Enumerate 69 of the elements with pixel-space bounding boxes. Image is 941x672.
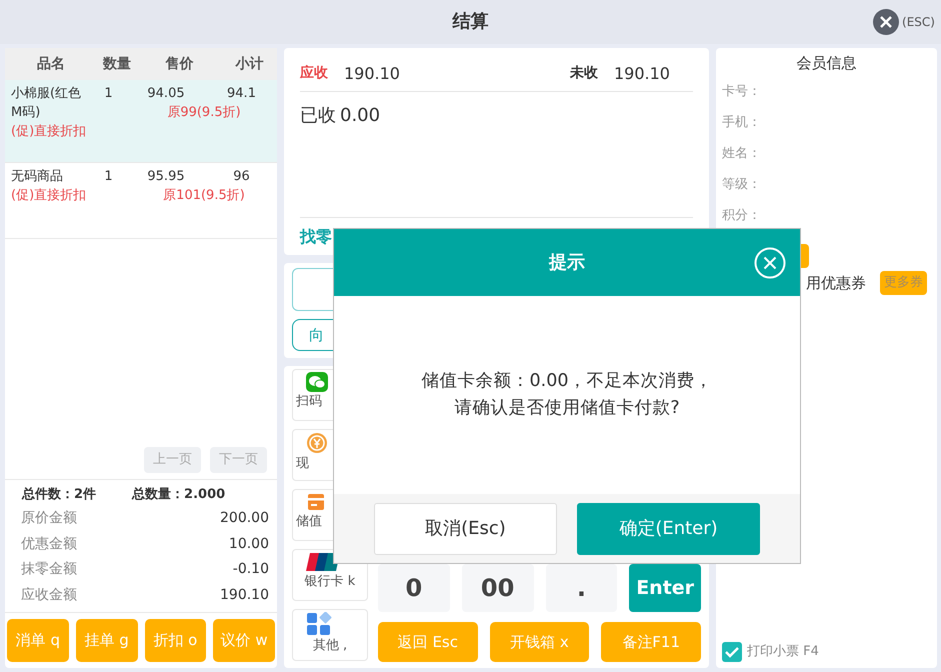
column-header: 售价 (164, 54, 194, 74)
unpaid-label: 未收 (570, 64, 598, 83)
action-button[interactable]: 返回 Esc (378, 622, 478, 662)
summary-label: 优惠金额 (21, 534, 77, 554)
item-name: 无码商品 (11, 168, 64, 186)
unpaid-amount: 190.10 (614, 62, 670, 84)
due-amount: 190.10 (344, 62, 400, 84)
keypad-key[interactable]: 0 (378, 564, 450, 612)
summary-label: 抹零金额 (21, 560, 77, 580)
promo-label: (促)直接折扣 (11, 123, 88, 141)
coupon-label: 用优惠券 (806, 272, 866, 294)
paid-amount: 0.00 (340, 105, 380, 126)
due-label: 应收 (300, 64, 328, 83)
checkbox[interactable] (722, 642, 742, 662)
coin-icon (306, 432, 328, 454)
action-button[interactable]: 议价 w (213, 619, 275, 662)
subtotal-cell-text: 96 (232, 168, 251, 186)
grid-icon (306, 612, 332, 636)
window-title: 结算 (452, 11, 488, 33)
original-price: 原99(9.5折) (166, 104, 242, 122)
total-items: 总件数：2件 (22, 486, 96, 504)
cancel-button[interactable]: 取消(Esc) (374, 502, 557, 554)
summary-value: -0.10 (232, 560, 269, 580)
member-field-label: 等级： (722, 176, 762, 194)
payment-method-button[interactable]: 其他 , (292, 609, 368, 661)
paid-label: 已收 (300, 105, 336, 126)
close-shortcut-label: (ESC) (902, 14, 935, 31)
keypad-key[interactable]: Enter (629, 564, 701, 612)
member-info-title: 会员信息 (796, 54, 858, 72)
column-header: 小计 (234, 54, 264, 74)
item-name: 小棉服(红色M码) (11, 85, 82, 122)
close-icon[interactable] (754, 247, 786, 279)
item-row[interactable]: 无码商品 (促)直接折扣 1 95.95 96 原101(9.5折) (5, 163, 277, 239)
member-field-label: 积分： (722, 207, 762, 225)
member-field-label: 卡号： (722, 83, 762, 101)
action-button[interactable]: 备注F11 (601, 622, 701, 662)
summary-value: 10.00 (228, 534, 269, 554)
card-icon (306, 492, 326, 512)
price-cell-text: 94.05 (146, 85, 186, 103)
summary-value: 200.00 (220, 509, 269, 528)
summary-value: 190.10 (220, 586, 269, 605)
item-row[interactable]: 小棉服(红色M码) (促)直接折扣 1 94.05 94.1 原99(9.5折) (5, 80, 277, 163)
change-label: 找零 (300, 226, 332, 248)
chat-bubbles-icon (306, 372, 328, 392)
column-header: 数量 (102, 54, 132, 74)
member-field-label: 手机： (722, 114, 762, 132)
action-button[interactable]: 消单 q (7, 619, 69, 662)
close-icon[interactable] (873, 9, 900, 35)
price-cell-text: 95.95 (146, 168, 186, 186)
summary-label: 应收金额 (21, 586, 77, 605)
action-button[interactable]: 折扣 o (144, 619, 206, 662)
action-button[interactable]: 挂单 g (76, 619, 138, 662)
promo-label: (促)直接折扣 (11, 187, 88, 205)
dialog-title: 提示 (549, 252, 585, 274)
confirm-button[interactable]: 确定(Enter) (577, 502, 760, 554)
quantity-cell-text: 1 (103, 168, 114, 186)
print-receipt-label: 打印小票 F4 (747, 643, 819, 662)
subtotal-cell-text: 94.1 (226, 85, 257, 103)
quantity-cell-text: 1 (103, 85, 114, 103)
action-button[interactable]: 开钱箱 x (490, 622, 590, 662)
more-coupons-button[interactable]: 更多券 (880, 271, 927, 294)
dialog-message: 储值卡余额：0.00，不足本次消费， 请确认是否使用储值卡付款? (420, 370, 714, 420)
summary-label: 原价金额 (21, 509, 77, 528)
original-price: 原101(9.5折) (162, 187, 246, 205)
column-header: 品名 (36, 54, 66, 74)
keypad-key[interactable]: 00 (462, 564, 534, 612)
member-field-label: 姓名： (722, 145, 762, 163)
keypad-key[interactable]: . (546, 564, 618, 612)
total-quantity: 总数量：2.000 (132, 486, 226, 504)
